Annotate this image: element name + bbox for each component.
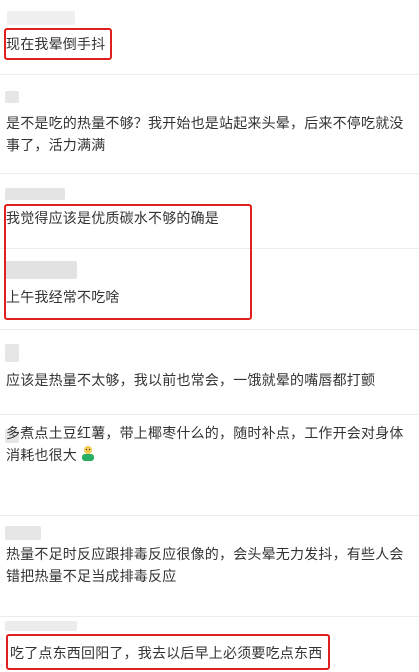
comment-item: 应该是热量不太够，我以前也常会，一饿就晕的嘴唇都打颤 xyxy=(0,330,419,414)
blurred-username xyxy=(5,184,79,206)
comment-text: 热量不足时反应跟排毒反应很像的，会头晕无力发抖，有些人会错把热量不足当成排毒反应 xyxy=(6,547,404,585)
blurred-username xyxy=(5,87,79,109)
comment-text: 是不是吃的热量不够？我开始也是站起来头晕，后来不停吃就没事了，活力满满 xyxy=(6,116,404,154)
blurred-username xyxy=(5,342,79,364)
highlight-box xyxy=(4,204,252,320)
comment-item: 热量不足时反应跟排毒反应很像的，会头晕无力发抖，有些人会错把热量不足当成排毒反应 xyxy=(0,516,419,616)
comment-text-content: 多煮点土豆红薯，带上椰枣什么的，随时补点，工作开会对身体消耗也很大 xyxy=(6,426,404,464)
blurred-username xyxy=(5,522,79,544)
blurred-username xyxy=(5,8,79,30)
highlight-box xyxy=(6,634,330,670)
green-figure-emoji-icon xyxy=(79,445,97,463)
highlight-box xyxy=(4,28,112,60)
comment-item: 多煮点土豆红薯，带上椰枣什么的，随时补点，工作开会对身体消耗也很大 xyxy=(0,415,419,515)
comment-item: 是不是吃的热量不够？我开始也是站起来头晕，后来不停吃就没事了，活力满满 xyxy=(0,75,419,173)
comment-text: 应该是热量不太够，我以前也常会，一饿就晕的嘴唇都打颤 xyxy=(6,373,376,389)
comment-text: 多煮点土豆红薯，带上椰枣什么的，随时补点，工作开会对身体消耗也很大 xyxy=(6,423,416,467)
